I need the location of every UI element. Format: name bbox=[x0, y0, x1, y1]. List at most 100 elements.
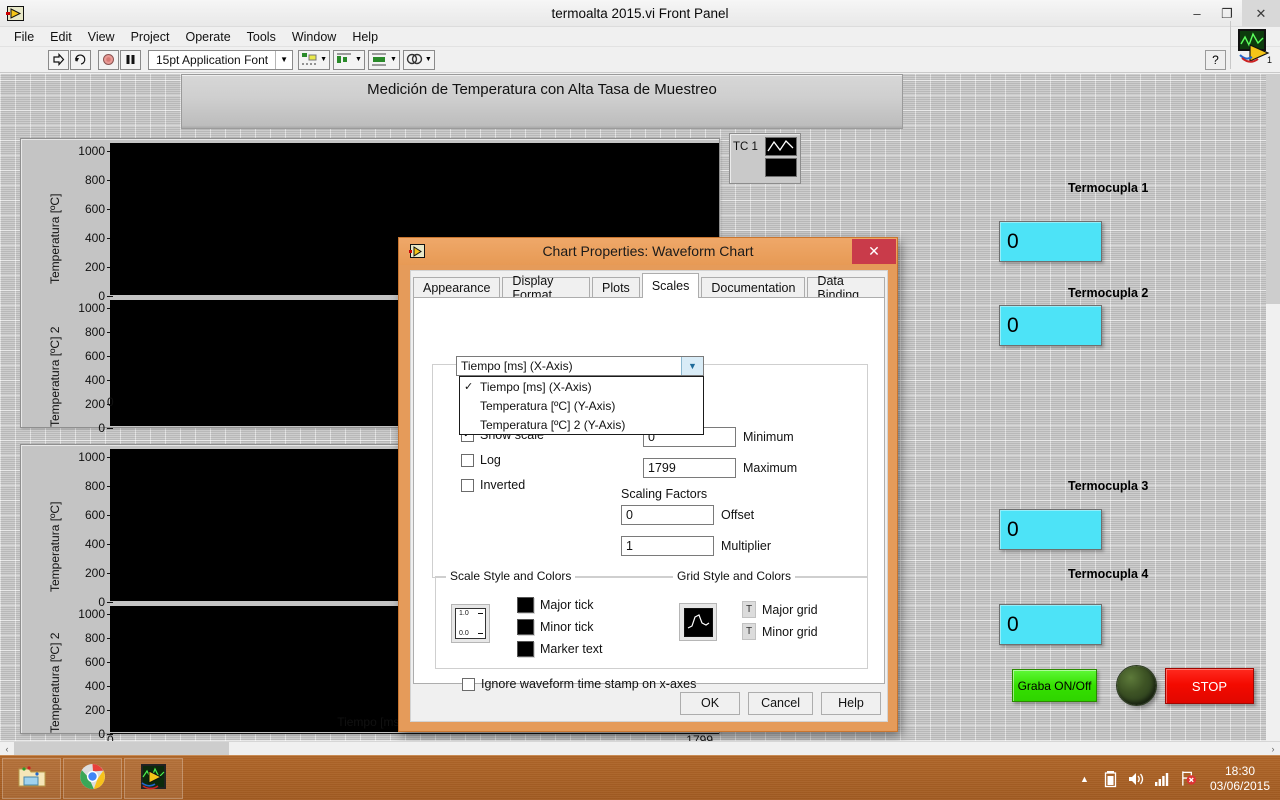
vertical-scrollbar[interactable] bbox=[1266, 74, 1280, 741]
dialog-title: Chart Properties: Waveform Chart bbox=[542, 243, 754, 259]
multiplier-input[interactable]: 1 bbox=[621, 536, 714, 556]
network-signal-icon[interactable] bbox=[1154, 769, 1171, 789]
menu-operate[interactable]: Operate bbox=[177, 28, 238, 46]
tab-scales[interactable]: Scales bbox=[641, 273, 700, 298]
taskbar-clock[interactable]: 18:30 03/06/2015 bbox=[1206, 764, 1274, 794]
dropdown-option-tiempo[interactable]: ✓ Tiempo [ms] (X-Axis) bbox=[460, 377, 703, 396]
legend-row-2[interactable] bbox=[733, 158, 797, 177]
run-continuously-icon[interactable] bbox=[70, 49, 91, 70]
minor-tick-color-swatch[interactable] bbox=[517, 619, 534, 635]
major-tick-color-row[interactable]: Major tick bbox=[517, 597, 593, 613]
indicator-termocupla-1[interactable]: 0 bbox=[999, 221, 1102, 262]
distribute-objects-icon[interactable]: ▼ bbox=[333, 49, 365, 70]
menu-view[interactable]: View bbox=[80, 28, 123, 46]
indicator-termocupla-4[interactable]: 0 bbox=[999, 604, 1102, 645]
ytick: 1000 bbox=[78, 301, 113, 315]
waveform-plot-icon[interactable] bbox=[765, 137, 797, 156]
horizontal-scrollbar-track[interactable] bbox=[14, 741, 1266, 756]
dialog-close-button[interactable]: ✕ bbox=[852, 239, 896, 264]
ok-button[interactable]: OK bbox=[680, 691, 741, 715]
stop-button[interactable]: STOP bbox=[1165, 668, 1254, 704]
battery-icon[interactable] bbox=[1102, 769, 1119, 789]
taskbar-file-explorer[interactable] bbox=[2, 757, 61, 799]
minor-grid-row[interactable]: T Minor grid bbox=[742, 623, 818, 640]
marker-text-color-swatch[interactable] bbox=[517, 641, 534, 657]
offset-input[interactable]: 0 bbox=[621, 505, 714, 525]
chevron-down-icon[interactable]: ▼ bbox=[681, 357, 703, 375]
major-grid-style-icon[interactable]: T bbox=[742, 601, 756, 618]
log-checkbox[interactable]: Log bbox=[461, 453, 501, 467]
minor-tick-color-row[interactable]: Minor tick bbox=[517, 619, 593, 635]
minor-grid-style-icon[interactable]: T bbox=[742, 623, 756, 640]
labview-front-panel-window: termoalta 2015.vi Front Panel – ❐ ✕ File… bbox=[0, 0, 1280, 756]
menu-help[interactable]: Help bbox=[344, 28, 386, 46]
major-tick-color-swatch[interactable] bbox=[517, 597, 534, 613]
google-chrome-icon bbox=[79, 763, 106, 793]
minimize-button[interactable]: – bbox=[1182, 0, 1212, 27]
panel-title-banner: Medición de Temperatura con Alta Tasa de… bbox=[181, 74, 903, 129]
network-flag-error-icon[interactable] bbox=[1180, 769, 1197, 789]
graba-on-off-button[interactable]: Graba ON/Off bbox=[1012, 669, 1097, 702]
menu-project[interactable]: Project bbox=[123, 28, 178, 46]
ytick: 800 bbox=[84, 479, 114, 493]
chevron-down-icon: ▼ bbox=[355, 56, 362, 63]
inverted-checkbox-box[interactable] bbox=[461, 478, 474, 492]
maximum-input[interactable]: 1799 bbox=[643, 458, 736, 478]
menubar: File Edit View Project Operate Tools Win… bbox=[0, 27, 1280, 47]
scale-style-title: Scale Style and Colors bbox=[446, 569, 576, 583]
scale-selector-combobox[interactable]: Tiempo [ms] (X-Axis) ▼ bbox=[456, 356, 704, 376]
cancel-button[interactable]: Cancel bbox=[748, 691, 813, 715]
scroll-left-arrow-icon[interactable]: ‹ bbox=[0, 744, 14, 754]
show-hidden-icons-arrow[interactable]: ▲ bbox=[1076, 769, 1093, 789]
chart-bottom-xaxis-line bbox=[110, 733, 719, 734]
page-title: Medición de Temperatura con Alta Tasa de… bbox=[367, 81, 717, 98]
grid-style-icon[interactable] bbox=[679, 603, 717, 641]
indicator-termocupla-2[interactable]: 0 bbox=[999, 305, 1102, 346]
resize-objects-icon[interactable]: ▼ bbox=[367, 49, 400, 70]
horizontal-scrollbar[interactable]: ‹ › bbox=[0, 741, 1280, 756]
vertical-scrollbar-thumb[interactable] bbox=[1266, 74, 1280, 304]
font-selector[interactable]: 15pt Application Font ▼ bbox=[148, 49, 294, 70]
taskbar-google-chrome[interactable] bbox=[63, 757, 122, 799]
menu-window[interactable]: Window bbox=[284, 28, 344, 46]
dropdown-option-temperatura-2[interactable]: Temperatura [ºC] 2 (Y-Axis) bbox=[460, 415, 703, 434]
chevron-down-icon[interactable]: ▼ bbox=[275, 50, 292, 69]
waveform-plot-icon-2[interactable] bbox=[765, 158, 797, 177]
dropdown-option-temperatura[interactable]: Temperatura [ºC] (Y-Axis) bbox=[460, 396, 703, 415]
help-button[interactable]: Help bbox=[821, 691, 881, 715]
tab-plots[interactable]: Plots bbox=[592, 277, 640, 298]
tab-appearance[interactable]: Appearance bbox=[413, 277, 501, 298]
font-selector-value: 15pt Application Font bbox=[156, 52, 269, 67]
menu-tools[interactable]: Tools bbox=[239, 28, 284, 46]
volume-icon[interactable] bbox=[1128, 769, 1145, 789]
chart-plot-legend[interactable]: TC 1 bbox=[729, 133, 801, 184]
recording-led[interactable] bbox=[1117, 666, 1156, 705]
abort-execution-icon[interactable] bbox=[98, 49, 119, 70]
menu-file[interactable]: File bbox=[6, 28, 42, 46]
scale-selector-dropdown[interactable]: ✓ Tiempo [ms] (X-Axis) Temperatura [ºC] … bbox=[459, 376, 704, 435]
marker-text-color-row[interactable]: Marker text bbox=[517, 641, 603, 657]
labview-icon bbox=[140, 763, 167, 793]
align-objects-icon[interactable]: ▼ bbox=[298, 49, 331, 70]
major-grid-row[interactable]: T Major grid bbox=[742, 601, 818, 618]
horizontal-scrollbar-thumb[interactable] bbox=[14, 741, 229, 756]
context-help-icon[interactable]: ? bbox=[1205, 50, 1226, 70]
chevron-down-icon: ▼ bbox=[389, 56, 397, 63]
scale-style-icon[interactable]: 1.0 0.0 bbox=[451, 604, 490, 643]
run-arrow-icon[interactable] bbox=[48, 49, 69, 70]
legend-row[interactable]: TC 1 bbox=[733, 137, 797, 156]
ytick: 800 bbox=[84, 173, 114, 187]
scale-style-icon-bottom-label: 0.0 bbox=[459, 630, 469, 637]
inverted-checkbox[interactable]: Inverted bbox=[461, 478, 525, 492]
pause-icon[interactable] bbox=[120, 49, 141, 70]
taskbar-labview[interactable] bbox=[124, 757, 183, 799]
log-checkbox-box[interactable] bbox=[461, 453, 474, 467]
reorder-objects-icon[interactable]: ▼ bbox=[402, 49, 435, 70]
toolbar: 15pt Application Font ▼ ▼ ▼ ▼ ▼ ? 1 bbox=[0, 21, 1280, 73]
scroll-right-arrow-icon[interactable]: › bbox=[1266, 744, 1280, 754]
tab-data-binding[interactable]: Data Binding bbox=[807, 274, 885, 302]
tab-documentation[interactable]: Documentation bbox=[701, 277, 806, 298]
indicator-termocupla-3[interactable]: 0 bbox=[999, 509, 1102, 550]
menu-edit[interactable]: Edit bbox=[42, 28, 80, 46]
tab-display-format[interactable]: Display Format bbox=[502, 274, 591, 302]
